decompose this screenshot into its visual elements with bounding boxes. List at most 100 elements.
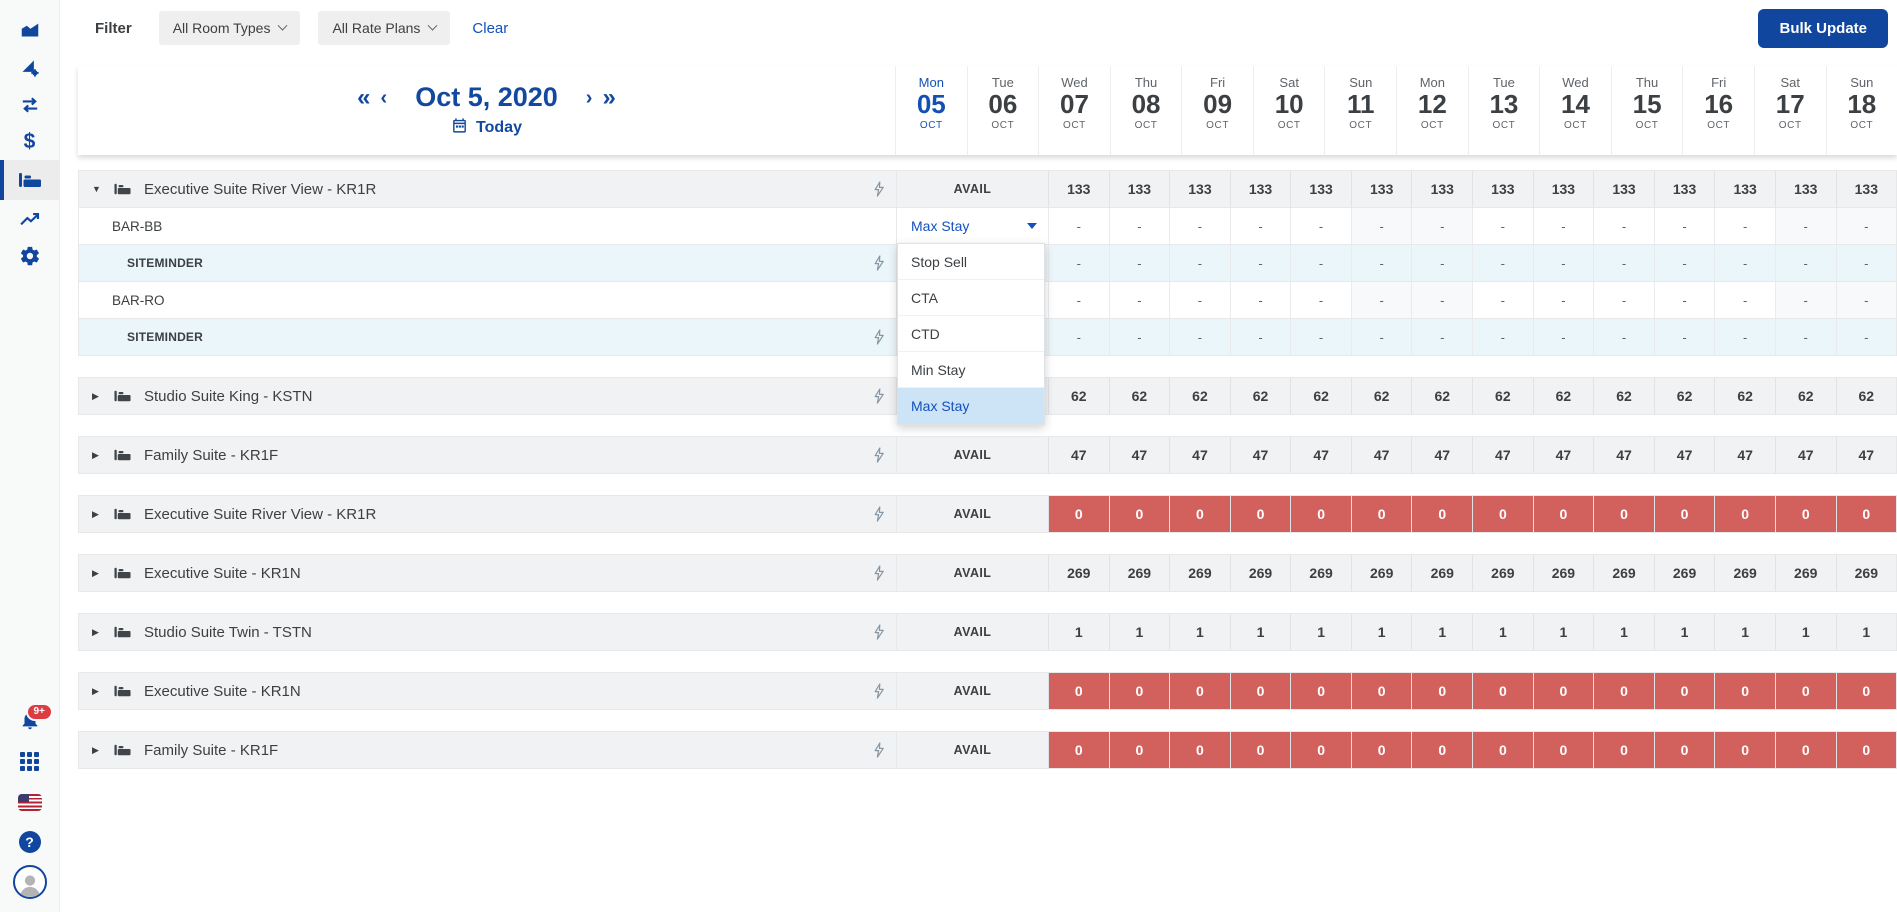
day-cell[interactable]: -	[1048, 245, 1109, 281]
day-cell[interactable]: 133	[1169, 171, 1230, 207]
notifications-button[interactable]: 9+	[0, 702, 60, 742]
expand-icon[interactable]: ▶	[92, 568, 107, 579]
apps-button[interactable]	[0, 742, 60, 782]
day-cell[interactable]: 133	[1533, 171, 1594, 207]
day-cell[interactable]: -	[1169, 245, 1230, 281]
next-week-button[interactable]: »	[598, 86, 619, 110]
day-cell[interactable]: -	[1775, 208, 1836, 244]
day-cell[interactable]: -	[1109, 282, 1170, 318]
day-cell[interactable]: 0	[1533, 732, 1594, 768]
language-button[interactable]	[0, 782, 60, 822]
flash-icon[interactable]	[873, 683, 885, 699]
day-cell[interactable]: 0	[1109, 673, 1170, 709]
sidebar-item-dashboard[interactable]	[0, 12, 60, 49]
day-header-sat-17[interactable]: Sat17OCT	[1754, 66, 1826, 155]
day-header-wed-14[interactable]: Wed14OCT	[1539, 66, 1611, 155]
day-cell[interactable]: -	[1533, 208, 1594, 244]
day-cell[interactable]: 0	[1169, 673, 1230, 709]
day-cell[interactable]: -	[1593, 208, 1654, 244]
day-cell[interactable]: -	[1654, 319, 1715, 355]
day-header-sat-10[interactable]: Sat10OCT	[1253, 66, 1325, 155]
day-cell[interactable]: -	[1472, 208, 1533, 244]
day-cell[interactable]: 0	[1593, 673, 1654, 709]
day-cell[interactable]: 62	[1472, 378, 1533, 414]
day-cell[interactable]: 269	[1048, 555, 1109, 591]
day-cell[interactable]: 0	[1109, 496, 1170, 532]
day-cell[interactable]: 0	[1411, 673, 1472, 709]
room-row[interactable]: ▶Studio Suite Twin - TSTNAVAIL1111111111…	[79, 614, 1896, 650]
day-cell[interactable]: 133	[1230, 171, 1291, 207]
menu-item-stop-sell[interactable]: Stop Sell	[898, 244, 1044, 280]
day-cell[interactable]: 133	[1775, 171, 1836, 207]
day-cell[interactable]: -	[1230, 319, 1291, 355]
room-row[interactable]: ▼Executive Suite River View - KR1RAVAIL1…	[79, 171, 1896, 207]
day-cell[interactable]: -	[1290, 208, 1351, 244]
day-cell[interactable]: 0	[1472, 673, 1533, 709]
day-cell[interactable]: 0	[1714, 673, 1775, 709]
day-cell[interactable]: 0	[1775, 673, 1836, 709]
menu-item-min-stay[interactable]: Min Stay	[898, 352, 1044, 388]
help-button[interactable]: ?	[0, 822, 60, 862]
flash-icon[interactable]	[873, 447, 885, 463]
day-cell[interactable]: -	[1230, 208, 1291, 244]
day-cell[interactable]: -	[1654, 245, 1715, 281]
day-cell[interactable]: -	[1109, 245, 1170, 281]
day-cell[interactable]: 0	[1048, 673, 1109, 709]
day-cell[interactable]: -	[1533, 319, 1594, 355]
day-cell[interactable]: 0	[1290, 732, 1351, 768]
day-cell[interactable]: -	[1109, 208, 1170, 244]
day-cell[interactable]: 269	[1411, 555, 1472, 591]
day-cell[interactable]: -	[1290, 245, 1351, 281]
day-cell[interactable]: -	[1775, 282, 1836, 318]
day-cell[interactable]: 269	[1290, 555, 1351, 591]
clear-filters-link[interactable]: Clear	[472, 20, 508, 37]
day-cell[interactable]: -	[1472, 245, 1533, 281]
day-cell[interactable]: -	[1109, 319, 1170, 355]
day-cell[interactable]: 0	[1290, 496, 1351, 532]
day-cell[interactable]: 47	[1836, 437, 1897, 473]
day-cell[interactable]: 62	[1411, 378, 1472, 414]
day-cell[interactable]: 0	[1411, 496, 1472, 532]
day-cell[interactable]: 0	[1351, 673, 1412, 709]
day-cell[interactable]: -	[1048, 208, 1109, 244]
day-cell[interactable]: 47	[1230, 437, 1291, 473]
day-cell[interactable]: 133	[1290, 171, 1351, 207]
day-cell[interactable]: 0	[1775, 732, 1836, 768]
day-cell[interactable]: 47	[1654, 437, 1715, 473]
day-cell[interactable]: 0	[1048, 732, 1109, 768]
day-cell[interactable]: 47	[1411, 437, 1472, 473]
sidebar-item-rate-settings[interactable]	[0, 49, 60, 86]
day-cell[interactable]: 1	[1836, 614, 1897, 650]
day-cell[interactable]: -	[1290, 319, 1351, 355]
day-cell[interactable]: 62	[1836, 378, 1897, 414]
day-cell[interactable]: 1	[1109, 614, 1170, 650]
day-cell[interactable]: 47	[1109, 437, 1170, 473]
day-cell[interactable]: 62	[1230, 378, 1291, 414]
day-cell[interactable]: -	[1654, 208, 1715, 244]
sidebar-item-inventory[interactable]	[0, 160, 60, 200]
day-cell[interactable]: 0	[1836, 732, 1897, 768]
day-cell[interactable]: 269	[1472, 555, 1533, 591]
day-cell[interactable]: 0	[1714, 732, 1775, 768]
room-row[interactable]: ▶Family Suite - KR1FAVAIL00000000000000	[79, 732, 1896, 768]
day-cell[interactable]: 269	[1169, 555, 1230, 591]
day-cell[interactable]: -	[1593, 282, 1654, 318]
day-cell[interactable]: 62	[1714, 378, 1775, 414]
day-cell[interactable]: 0	[1593, 496, 1654, 532]
menu-item-ctd[interactable]: CTD	[898, 316, 1044, 352]
room-row[interactable]: ▶Executive Suite - KR1NAVAIL000000000000…	[79, 673, 1896, 709]
day-cell[interactable]: 133	[1654, 171, 1715, 207]
day-cell[interactable]: 269	[1109, 555, 1170, 591]
day-cell[interactable]: 1	[1593, 614, 1654, 650]
day-header-fri-09[interactable]: Fri09OCT	[1181, 66, 1253, 155]
day-cell[interactable]: -	[1411, 208, 1472, 244]
day-cell[interactable]: 47	[1290, 437, 1351, 473]
day-cell[interactable]: 0	[1533, 673, 1594, 709]
day-cell[interactable]: 269	[1533, 555, 1594, 591]
day-cell[interactable]: 0	[1230, 496, 1291, 532]
day-cell[interactable]: 0	[1048, 496, 1109, 532]
day-cell[interactable]: 1	[1351, 614, 1412, 650]
day-cell[interactable]: -	[1593, 319, 1654, 355]
today-button[interactable]: Today	[451, 117, 522, 139]
day-header-tue-13[interactable]: Tue13OCT	[1468, 66, 1540, 155]
